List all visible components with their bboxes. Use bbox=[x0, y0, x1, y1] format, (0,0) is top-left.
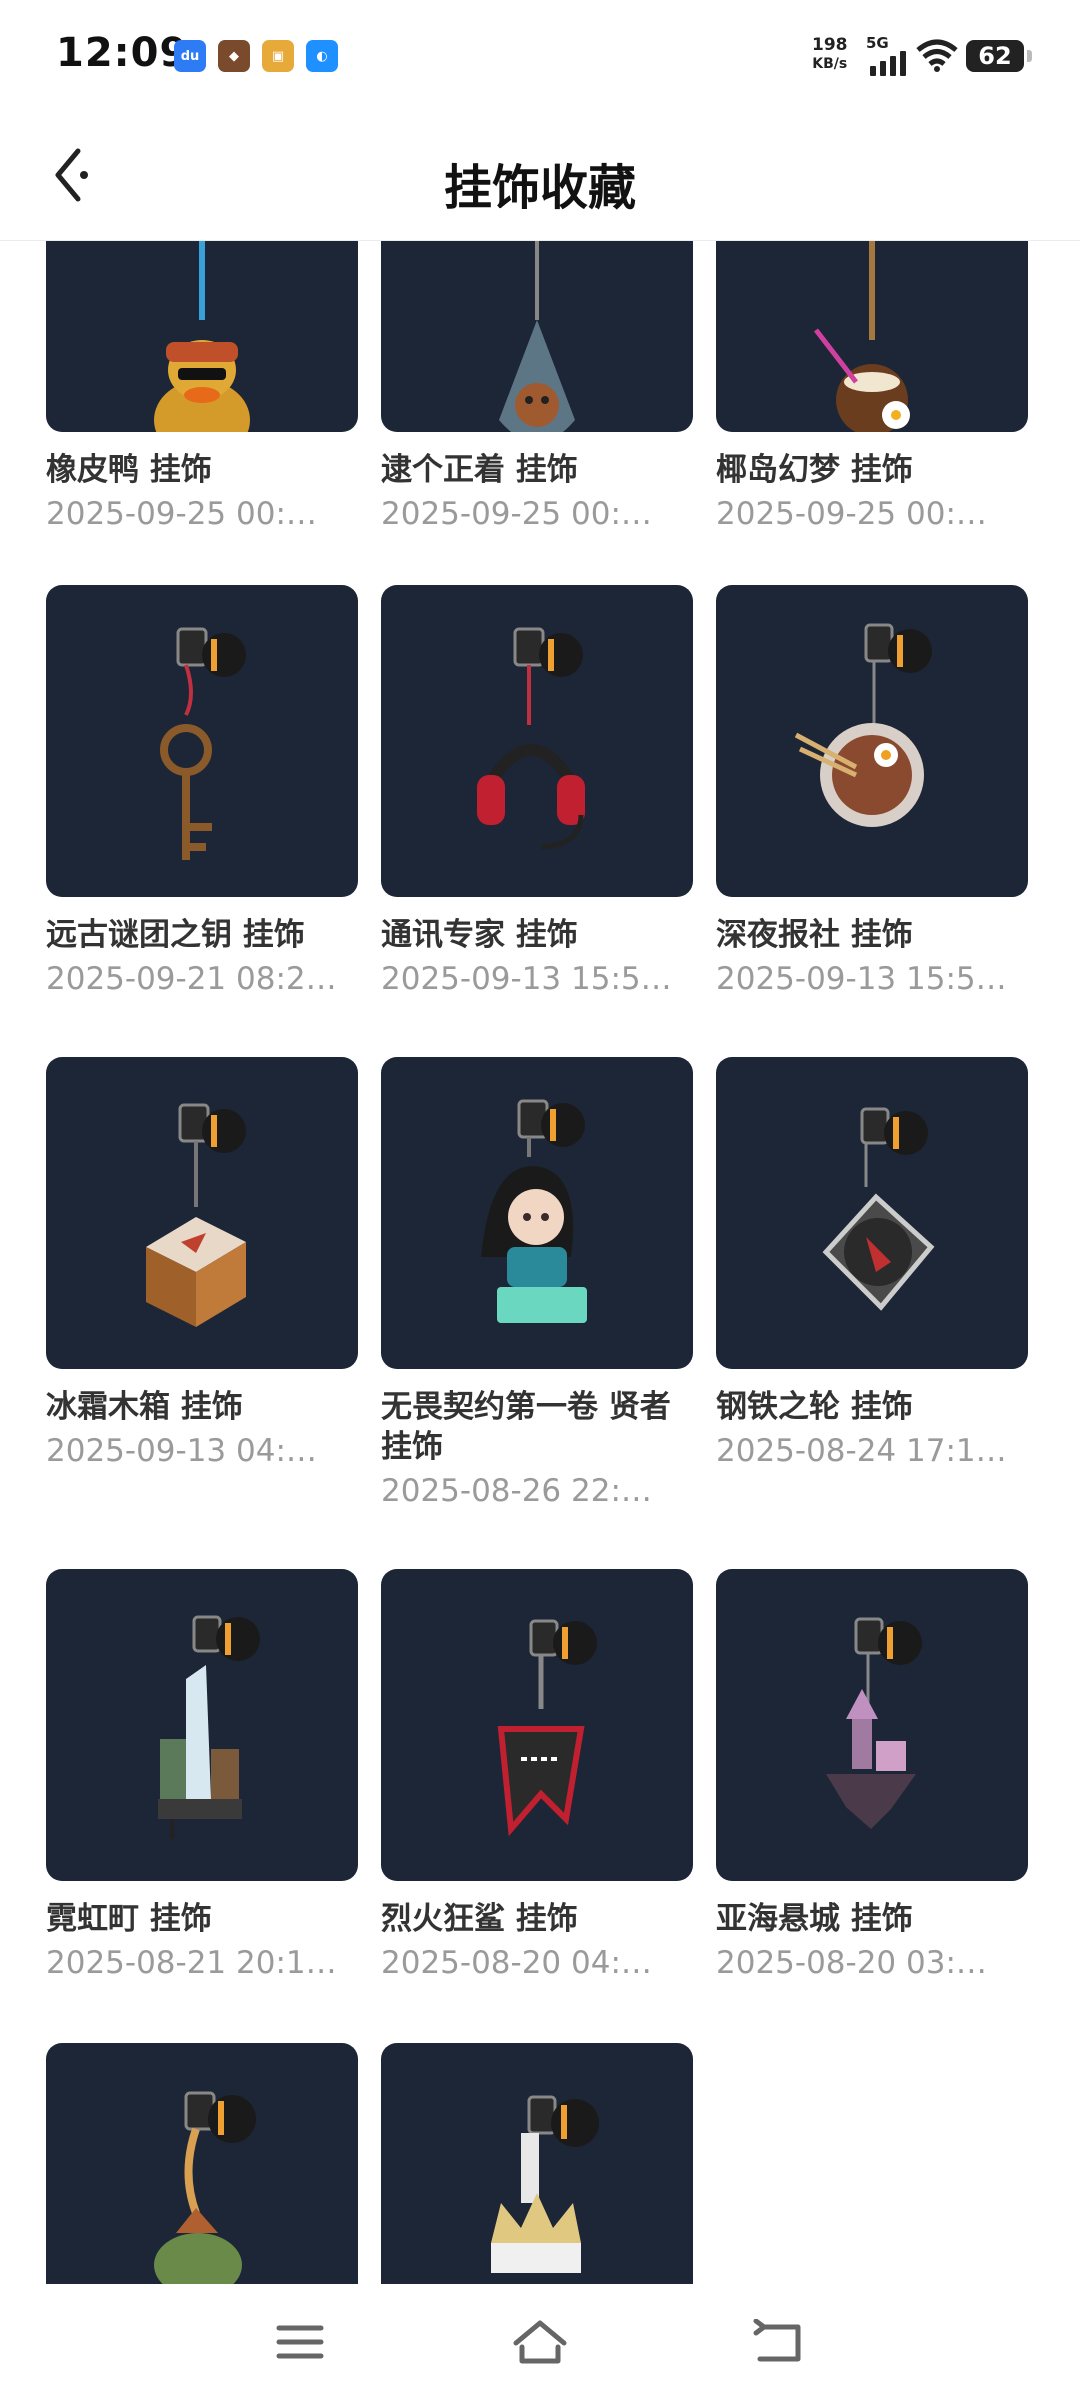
charm-name: 逮个正着 挂饰 bbox=[381, 452, 578, 488]
charm-card[interactable]: 通讯专家 挂饰 2025-09-13 15:5… bbox=[381, 585, 693, 999]
home-button[interactable] bbox=[500, 2312, 580, 2372]
charm-card[interactable]: 椰岛幻梦 挂饰 2025-09-25 00:… bbox=[716, 241, 1028, 534]
wifi-icon bbox=[916, 39, 958, 72]
charm-card[interactable]: 远古谜团之钥 挂饰 2025-09-21 08:2… bbox=[46, 585, 358, 999]
notification-icons: du ◆ ▣ ◐ bbox=[174, 40, 338, 72]
charm-name: 橡皮鸭 挂饰 bbox=[46, 452, 212, 488]
ancient-key-charm-icon bbox=[160, 627, 246, 860]
charm-thumbnail bbox=[716, 1057, 1028, 1369]
status-time: 12:09 bbox=[56, 30, 189, 76]
charm-date: 2025-09-25 00:… bbox=[381, 496, 652, 532]
charm-date: 2025-08-21 20:1… bbox=[46, 1945, 337, 1981]
charm-thumbnail bbox=[46, 585, 358, 897]
charm-thumbnail bbox=[381, 1057, 693, 1369]
game2-app-icon: ▣ bbox=[262, 40, 294, 72]
charm-name: 无畏契约第一卷 贤者 挂饰 bbox=[381, 1389, 671, 1465]
charm-card[interactable]: 无畏契约第一卷 贤者 挂饰 2025-08-26 22:… bbox=[381, 1057, 693, 1511]
coconut-drink-charm-icon bbox=[814, 241, 910, 432]
charm-date: 2025-08-20 04:… bbox=[381, 1945, 652, 1981]
rubber-duck-charm-icon bbox=[154, 241, 250, 432]
charm-card[interactable]: 深夜报社 挂饰 2025-09-13 15:5… bbox=[716, 585, 1028, 999]
charm-card[interactable]: 逮个正着 挂饰 2025-09-25 00:… bbox=[381, 241, 693, 534]
charm-card[interactable]: 钢铁之轮 挂饰 2025-08-24 17:1… bbox=[716, 1057, 1028, 1471]
du-app-icon: du bbox=[174, 40, 206, 72]
headset-charm-icon bbox=[477, 627, 585, 850]
charm-card[interactable] bbox=[46, 2043, 358, 2284]
cell-signal-icon: 5G bbox=[866, 34, 908, 76]
frog-charm-icon bbox=[154, 2091, 256, 2284]
charm-thumbnail bbox=[381, 585, 693, 897]
charm-card[interactable]: 亚海悬城 挂饰 2025-08-20 03:… bbox=[716, 1569, 1028, 1983]
net-speed: 198 KB/s bbox=[812, 36, 848, 74]
charm-name: 椰岛幻梦 挂饰 bbox=[716, 452, 913, 488]
charm-name: 深夜报社 挂饰 bbox=[716, 917, 913, 953]
battery-level: 62 bbox=[978, 42, 1012, 70]
charm-thumbnail bbox=[716, 585, 1028, 897]
charm-thumbnail bbox=[716, 241, 1028, 432]
charm-thumbnail bbox=[716, 1569, 1028, 1881]
charm-collection-list[interactable]: 橡皮鸭 挂饰 2025-09-25 00:… 逮个正着 挂饰 2025-09-2… bbox=[0, 241, 1080, 2284]
browser-app-icon: ◐ bbox=[306, 40, 338, 72]
charm-card[interactable] bbox=[381, 2043, 693, 2284]
charm-name: 钢铁之轮 挂饰 bbox=[716, 1389, 913, 1425]
sage-figure-charm-icon bbox=[481, 1099, 587, 1323]
menu-icon bbox=[276, 2325, 324, 2359]
charm-date: 2025-08-20 03:… bbox=[716, 1945, 987, 1981]
charm-name: 冰霜木箱 挂饰 bbox=[46, 1389, 243, 1425]
shark-charm-icon bbox=[497, 1619, 597, 1837]
charm-card[interactable]: 冰霜木箱 挂饰 2025-09-13 04:… bbox=[46, 1057, 358, 1471]
charm-thumbnail bbox=[46, 241, 358, 432]
turntable-charm-icon bbox=[822, 1107, 935, 1311]
charm-thumbnail bbox=[46, 2043, 358, 2284]
battery-icon: 62 bbox=[966, 40, 1032, 72]
charm-date: 2025-08-26 22:… bbox=[381, 1473, 652, 1509]
charm-name: 亚海悬城 挂饰 bbox=[716, 1901, 913, 1937]
home-icon bbox=[513, 2320, 567, 2364]
charm-date: 2025-09-13 15:5… bbox=[716, 961, 1007, 997]
noodle-bowl-charm-icon bbox=[794, 623, 932, 827]
charm-thumbnail bbox=[381, 1569, 693, 1881]
net-speed-unit: KB/s bbox=[812, 56, 848, 72]
back-nav-button[interactable] bbox=[740, 2312, 820, 2372]
charm-name: 通讯专家 挂饰 bbox=[381, 917, 578, 953]
charm-thumbnail bbox=[381, 2043, 693, 2284]
charm-card[interactable]: 橡皮鸭 挂饰 2025-09-25 00:… bbox=[46, 241, 358, 534]
page-title: 挂饰收藏 bbox=[443, 160, 636, 216]
charm-card[interactable]: 烈火狂鲨 挂饰 2025-08-20 04:… bbox=[381, 1569, 693, 1983]
crown-charm-icon bbox=[491, 2095, 599, 2273]
charm-date: 2025-08-24 17:1… bbox=[716, 1433, 1007, 1469]
network-type: 5G bbox=[866, 34, 889, 52]
charm-thumbnail bbox=[46, 1569, 358, 1881]
charm-date: 2025-09-13 15:5… bbox=[381, 961, 672, 997]
charm-date: 2025-09-13 04:… bbox=[46, 1433, 317, 1469]
charm-date: 2025-09-25 00:… bbox=[46, 496, 317, 532]
charm-thumbnail bbox=[46, 1057, 358, 1369]
charm-thumbnail bbox=[381, 241, 693, 432]
net-speed-value: 198 bbox=[812, 35, 848, 55]
charm-date: 2025-09-21 08:2… bbox=[46, 961, 337, 997]
charm-name: 霓虹町 挂饰 bbox=[46, 1901, 212, 1937]
floating-island-charm-icon bbox=[826, 1617, 922, 1829]
charm-name: 远古谜团之钥 挂饰 bbox=[46, 917, 305, 953]
menu-button[interactable] bbox=[260, 2312, 340, 2372]
status-bar: 12:09 du ◆ ▣ ◐ 198 KB/s 5G 62 bbox=[0, 0, 1080, 110]
system-nav-bar bbox=[0, 2284, 1080, 2400]
wooden-crate-charm-icon bbox=[146, 1103, 246, 1327]
city-tower-charm-icon bbox=[158, 1615, 260, 1839]
charm-name: 烈火狂鲨 挂饰 bbox=[381, 1901, 578, 1937]
back-nav-icon bbox=[753, 2319, 801, 2362]
header-bar: 挂饰收藏 bbox=[0, 110, 1080, 241]
charm-card[interactable]: 霓虹町 挂饰 2025-08-21 20:1… bbox=[46, 1569, 358, 1983]
bag-creature-charm-icon bbox=[499, 241, 575, 432]
game-app-icon: ◆ bbox=[218, 40, 250, 72]
charm-date: 2025-09-25 00:… bbox=[716, 496, 987, 532]
